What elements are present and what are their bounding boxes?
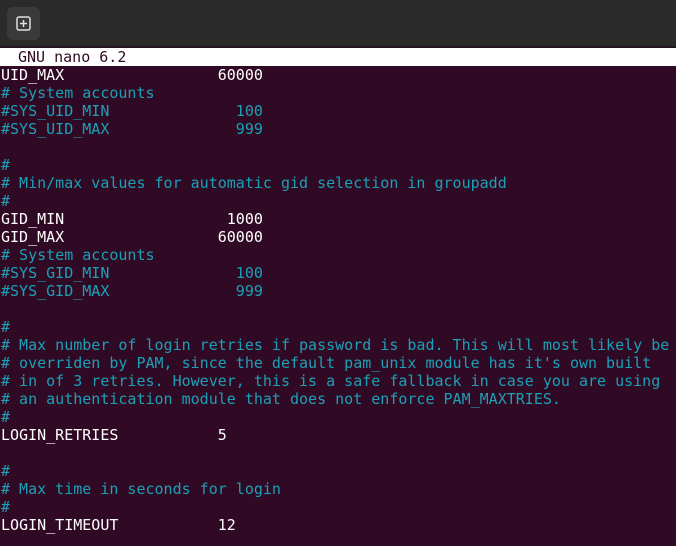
text-line: # — [1, 462, 11, 480]
text-line: # overriden by PAM, since the default pa… — [1, 354, 652, 372]
text-line: UID_MAX 60000 — [1, 66, 263, 84]
text-line — [1, 300, 669, 318]
file-content[interactable]: UID_MAX 60000 # System accounts #SYS_UID_M… — [1, 66, 669, 534]
text-line: # in of 3 retries. However, this is a sa… — [1, 372, 661, 390]
window-titlebar — [0, 0, 676, 47]
text-line: # — [1, 408, 11, 426]
text-line: # — [1, 498, 11, 516]
text-line: LOGIN_RETRIES 5 — [1, 426, 227, 444]
text-line: #SYS_UID_MIN 100 — [1, 102, 263, 120]
text-line: # an authentication module that does not… — [1, 390, 561, 408]
text-line: LOGIN_TIMEOUT 12 — [1, 516, 236, 534]
text-line — [1, 444, 669, 462]
text-line: # Max number of login retries if passwor… — [1, 336, 670, 354]
text-line: # — [1, 192, 11, 210]
text-line: # — [1, 318, 11, 336]
text-line: #SYS_UID_MAX 999 — [1, 120, 263, 138]
text-line: GID_MAX 60000 — [1, 228, 263, 246]
new-tab-icon — [16, 16, 31, 31]
terminal-area[interactable]: GNU nano 6.2 UID_MAX 60000 # System accou… — [0, 47, 676, 546]
text-line: # System accounts — [1, 84, 155, 102]
text-line: # Max time in seconds for login — [1, 480, 281, 498]
text-line: # Min/max values for automatic gid selec… — [1, 174, 507, 192]
new-tab-button[interactable] — [7, 7, 40, 40]
text-line: # — [1, 156, 11, 174]
text-line: # System accounts — [1, 246, 155, 264]
nano-header: GNU nano 6.2 — [0, 48, 676, 66]
text-line: #SYS_GID_MIN 100 — [1, 264, 263, 282]
text-line: GID_MIN 1000 — [1, 210, 263, 228]
text-line: #SYS_GID_MAX 999 — [1, 282, 263, 300]
text-line — [1, 138, 669, 156]
